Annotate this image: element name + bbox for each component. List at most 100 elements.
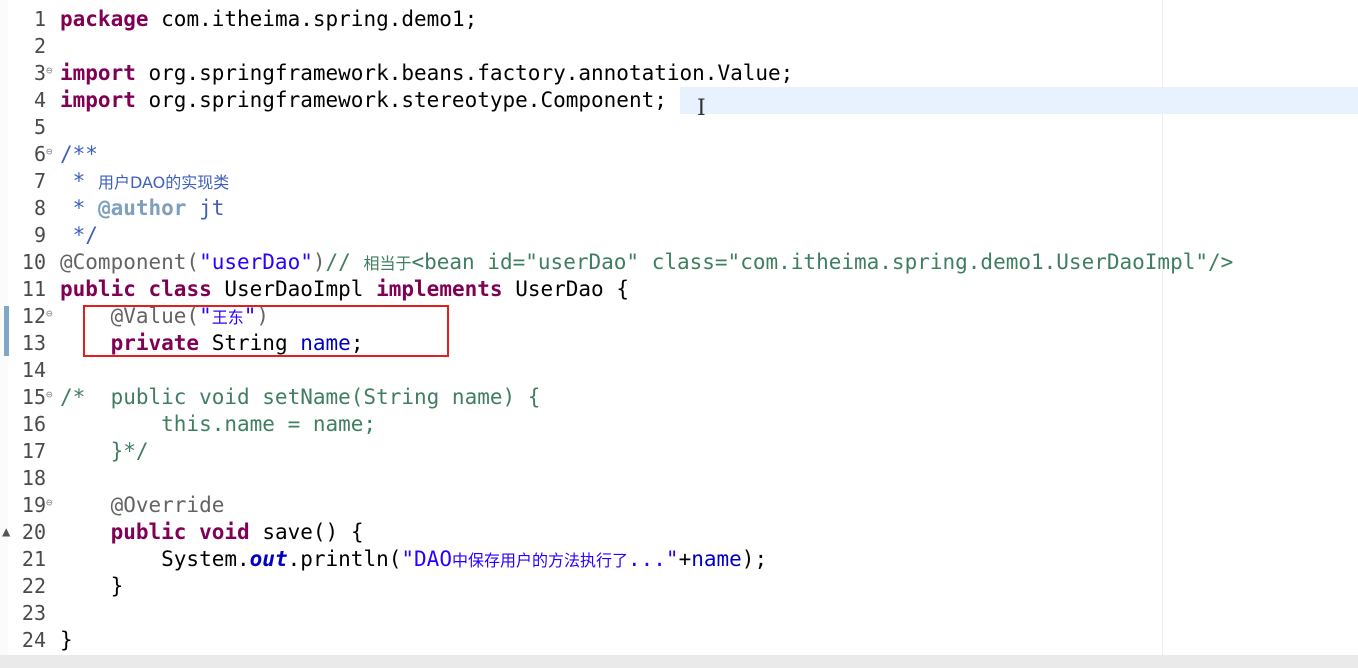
code-line[interactable]: 10 @Component("userDao")// 相当于<bean id="u…: [0, 249, 1358, 276]
code-line[interactable]: 14: [0, 357, 1358, 384]
text-cursor-icon: I: [697, 96, 706, 121]
code-text: }: [60, 573, 124, 600]
code-line[interactable]: 3 ⊖ import org.springframework.beans.facto…: [0, 60, 1358, 87]
code-token: */: [60, 223, 98, 247]
code-line[interactable]: 5: [0, 114, 1358, 141]
line-number: 8: [33, 196, 46, 220]
code-token: 相当于: [363, 254, 412, 273]
code-line[interactable]: 15 ⊖ /* public void setName(String name) {: [0, 384, 1358, 411]
code-token: "DAO: [401, 547, 452, 571]
code-line[interactable]: 23: [0, 600, 1358, 627]
code-token: @author: [97, 196, 187, 220]
code-token: UserDaoImpl: [211, 277, 377, 301]
code-line[interactable]: 6 ⊖ /**: [0, 141, 1358, 168]
code-token: <bean id="userDao" class="com.itheima.sp…: [411, 250, 1234, 274]
line-number: 23: [21, 601, 46, 625]
code-line[interactable]: 11 public class UserDaoImpl implements Us…: [0, 276, 1358, 303]
code-token: /**: [60, 142, 98, 166]
code-editor[interactable]: 1 package com.itheima.spring.demo1; 2 3 ⊖ imp…: [0, 0, 1358, 668]
code-token: public: [60, 277, 136, 301]
code-token: name: [691, 547, 742, 571]
code-line[interactable]: 17 }*/: [0, 438, 1358, 465]
line-number: 11: [21, 277, 46, 301]
code-line[interactable]: 4 import org.springframework.stereotype.C…: [0, 87, 1358, 114]
line-number: 7: [33, 169, 46, 193]
code-token: +: [678, 547, 692, 571]
line-number: 18: [21, 466, 46, 490]
code-token: );: [741, 547, 768, 571]
code-text: public class UserDaoImpl implements User…: [60, 276, 629, 303]
code-line[interactable]: 16 this.name = name;: [0, 411, 1358, 438]
code-token: UserDao {: [502, 277, 629, 301]
code-token: public: [110, 520, 187, 544]
code-token: out: [249, 547, 288, 571]
code-token: org.springframework.stereotype.Component…: [135, 88, 667, 112]
code-text: public void save() {: [60, 519, 364, 546]
line-number: 24: [21, 628, 46, 652]
code-text: * 用户DAO的实现类: [60, 168, 230, 196]
code-token: ): [312, 250, 326, 274]
code-token: //: [325, 250, 364, 274]
code-line[interactable]: 24}: [0, 627, 1358, 654]
code-line[interactable]: 22 }: [0, 573, 1358, 600]
code-token: .println(: [287, 547, 402, 571]
code-token: System.: [60, 547, 250, 571]
code-text: import org.springframework.stereotype.Co…: [60, 87, 667, 114]
code-line[interactable]: 1 package com.itheima.spring.demo1;: [0, 6, 1358, 33]
code-text: }*/: [60, 438, 149, 465]
change-marker: [4, 306, 9, 356]
code-line[interactable]: 9 */: [0, 222, 1358, 249]
code-token: }: [60, 574, 124, 598]
code-text: this.name = name;: [60, 411, 376, 438]
line-number: 12: [21, 304, 46, 328]
line-number: 22: [21, 574, 46, 598]
line-number: 6: [33, 142, 46, 166]
code-text: import org.springframework.beans.factory…: [60, 60, 793, 87]
code-line[interactable]: 21 System.out.println("DAO中保存用户的方法执行了...…: [0, 546, 1358, 573]
line-number: 20: [21, 520, 46, 544]
code-token: void: [199, 520, 250, 544]
code-line[interactable]: 7 * 用户DAO的实现类: [0, 168, 1358, 195]
code-line[interactable]: 19 ⊖ @Override: [0, 492, 1358, 519]
fold-toggle-icon[interactable]: ⊖: [46, 141, 53, 163]
code-token: "userDao": [199, 250, 313, 274]
line-number: 3: [33, 61, 46, 85]
line-number: 16: [21, 412, 46, 436]
code-text: /* public void setName(String name) {: [60, 384, 540, 411]
line-number: 1: [33, 7, 46, 31]
line-number: 4: [33, 88, 46, 112]
line-number: 5: [33, 115, 46, 139]
override-marker-icon: ▲: [2, 524, 11, 540]
horizontal-scrollbar[interactable]: [0, 655, 1358, 668]
code-token: jt: [186, 196, 225, 220]
code-token: class: [148, 277, 212, 301]
annotation-highlight-box: [83, 305, 449, 357]
fold-toggle-icon[interactable]: ⊖: [46, 303, 53, 325]
code-token: *: [60, 196, 98, 220]
code-line[interactable]: 2: [0, 33, 1358, 60]
code-text: */: [60, 222, 98, 249]
line-number: 9: [33, 223, 46, 247]
code-token: import: [60, 88, 136, 112]
fold-toggle-icon[interactable]: ⊖: [46, 492, 53, 514]
code-line[interactable]: 8 * @author jt: [0, 195, 1358, 222]
code-token: }: [60, 628, 73, 652]
line-number: 17: [21, 439, 46, 463]
line-number: 19: [21, 493, 46, 517]
fold-toggle-icon[interactable]: ⊖: [46, 60, 53, 82]
code-text: /**: [60, 141, 98, 168]
code-text: @Override: [60, 492, 225, 519]
fold-toggle-icon[interactable]: ⊖: [46, 384, 53, 406]
code-token: ...": [627, 547, 679, 571]
code-line[interactable]: 20 ▲ public void save() {: [0, 519, 1358, 546]
code-line[interactable]: 18: [0, 465, 1358, 492]
code-text: * @author jt: [60, 195, 225, 222]
code-token: save() {: [249, 520, 364, 544]
code-text: System.out.println("DAO中保存用户的方法执行了..."+n…: [60, 546, 767, 574]
code-token: package: [60, 7, 149, 31]
code-token: import: [60, 61, 136, 85]
